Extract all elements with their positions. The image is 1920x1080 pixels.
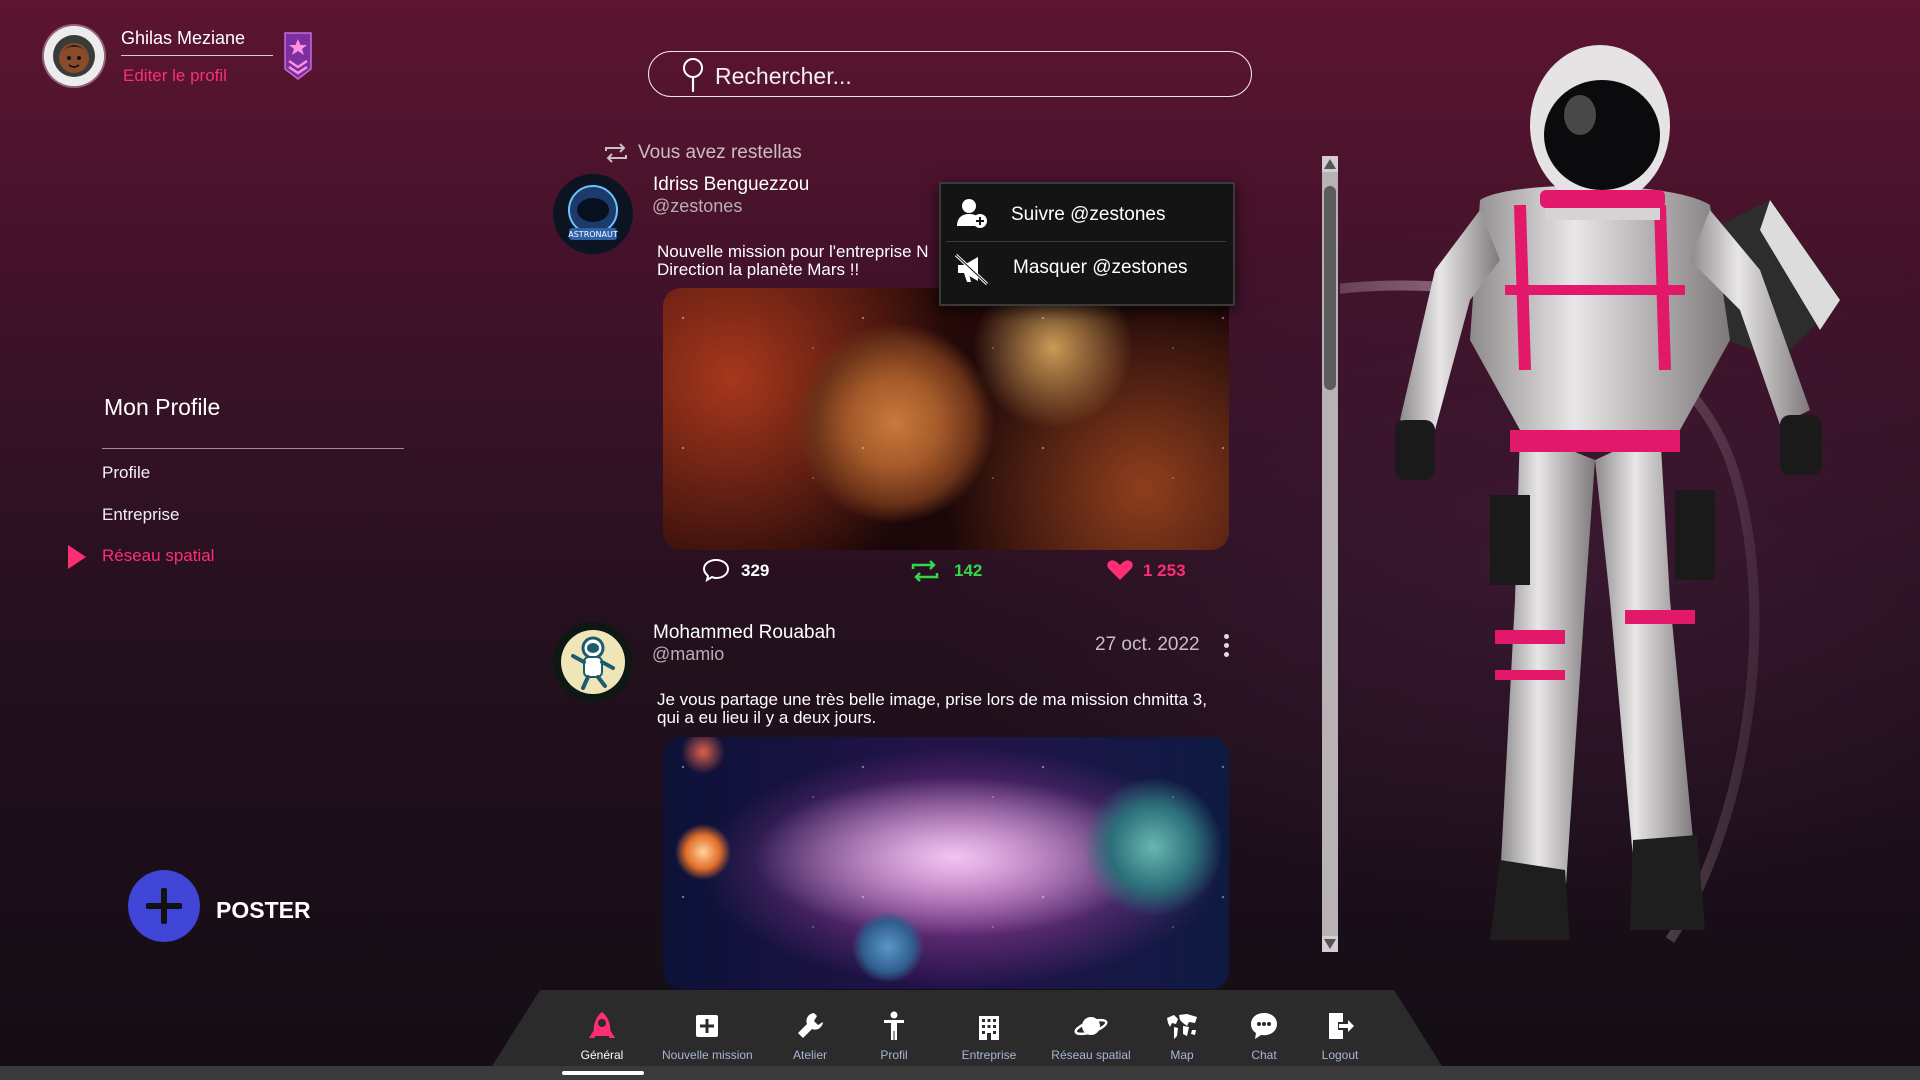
- astronaut-moon-icon: [553, 622, 633, 702]
- chat-bubble-icon: [1251, 1013, 1277, 1039]
- nav-entreprise[interactable]: Entreprise: [944, 1010, 1034, 1062]
- menu-title: Mon Profile: [104, 394, 221, 420]
- post-image-mars[interactable]: [663, 288, 1229, 550]
- nav-label: Général: [580, 1048, 624, 1062]
- rank-badge-icon: [284, 32, 312, 80]
- follow-user-option[interactable]: Suivre @zestones: [1011, 204, 1165, 226]
- restella-count-icon[interactable]: [909, 558, 941, 584]
- menu-divider: [102, 448, 404, 449]
- post-image-nebula[interactable]: [663, 737, 1229, 989]
- nav-label: Nouvelle mission: [662, 1048, 753, 1062]
- building-icon: [979, 1016, 999, 1040]
- nav-label: Entreprise: [961, 1048, 1017, 1062]
- post-author-avatar[interactable]: ASTRONAUT: [553, 174, 633, 254]
- plus-icon-vertical: [161, 888, 167, 924]
- post-author-handle[interactable]: @zestones: [652, 196, 742, 217]
- nav-label: Réseau spatial: [1051, 1048, 1131, 1062]
- nav-label: Map: [1170, 1048, 1194, 1062]
- edit-profile-link[interactable]: Editer le profil: [123, 66, 227, 86]
- search-icon: [683, 58, 703, 93]
- post-text-line2: qui a eu lieu il y a deux jours.: [657, 708, 877, 727]
- restella-count: 142: [954, 561, 983, 580]
- mute-user-option[interactable]: Masquer @zestones: [1013, 257, 1188, 279]
- like-count: 1 253: [1143, 561, 1186, 580]
- logout-icon: [1329, 1013, 1354, 1039]
- post-author-name[interactable]: Mohammed Rouabah: [653, 622, 836, 644]
- context-menu-divider: [946, 241, 1226, 242]
- nav-reseau-spatial[interactable]: Réseau spatial: [1046, 1010, 1136, 1062]
- nav-general[interactable]: Général: [557, 1010, 647, 1062]
- restella-icon: [605, 143, 627, 163]
- scroll-up-arrow-icon[interactable]: [1322, 156, 1338, 172]
- username: Ghilas Meziane: [121, 28, 246, 48]
- user-avatar[interactable]: [44, 26, 104, 86]
- nav-label: Atelier: [792, 1048, 827, 1062]
- wrench-icon: [798, 1013, 823, 1038]
- active-indicator-arrow-icon: [68, 545, 86, 569]
- nav-map[interactable]: Map: [1137, 1010, 1227, 1062]
- nav-atelier[interactable]: Atelier: [765, 1010, 855, 1062]
- mute-megaphone-icon: [954, 253, 989, 286]
- nav-label: Profil: [880, 1048, 908, 1062]
- nav-profil[interactable]: Profil: [849, 1010, 939, 1062]
- post-author-handle[interactable]: @mamio: [652, 644, 724, 665]
- post-text-line1: Je vous partage une très belle image, pr…: [657, 690, 1207, 709]
- post-author-name[interactable]: Idriss Benguezzou: [653, 174, 809, 196]
- rocket-icon: [589, 1012, 615, 1038]
- menu-item-entreprise[interactable]: Entreprise: [102, 505, 179, 525]
- astronaut-illustration: [1340, 45, 1840, 943]
- heart-icon[interactable]: [1106, 558, 1134, 582]
- scrollbar-thumb[interactable]: [1324, 186, 1336, 390]
- scroll-down-arrow-icon[interactable]: [1322, 936, 1338, 952]
- menu-item-reseau-spatial[interactable]: Réseau spatial: [102, 546, 214, 566]
- post-options-kebab-icon[interactable]: [1223, 634, 1231, 658]
- astronaut-avatar-icon: [44, 26, 104, 86]
- menu-item-profile[interactable]: Profile: [102, 463, 150, 483]
- comment-count: 329: [741, 561, 770, 580]
- world-map-icon: [1167, 1014, 1197, 1039]
- person-icon: [884, 1011, 904, 1040]
- nav-active-underline: [562, 1071, 644, 1075]
- nav-logout[interactable]: Logout: [1295, 1010, 1385, 1062]
- post-author-avatar[interactable]: [553, 622, 633, 702]
- search-input[interactable]: [713, 59, 1217, 93]
- follow-user-icon: [957, 199, 987, 228]
- comment-icon[interactable]: [702, 558, 730, 582]
- username-underline: [121, 55, 273, 56]
- nav-nouvelle-mission[interactable]: Nouvelle mission: [662, 1010, 753, 1062]
- astronaut-helmet-icon: ASTRONAUT: [553, 174, 633, 254]
- bottom-strip: [0, 1066, 1920, 1080]
- poster-label[interactable]: POSTER: [216, 897, 311, 924]
- post-date: 27 oct. 2022: [1095, 634, 1200, 655]
- restella-notice: Vous avez restellas: [638, 142, 802, 163]
- planet-icon: [1074, 1017, 1108, 1036]
- plus-square-icon: [696, 1015, 718, 1037]
- svg-text:ASTRONAUT: ASTRONAUT: [568, 230, 618, 239]
- nav-label: Logout: [1321, 1048, 1359, 1062]
